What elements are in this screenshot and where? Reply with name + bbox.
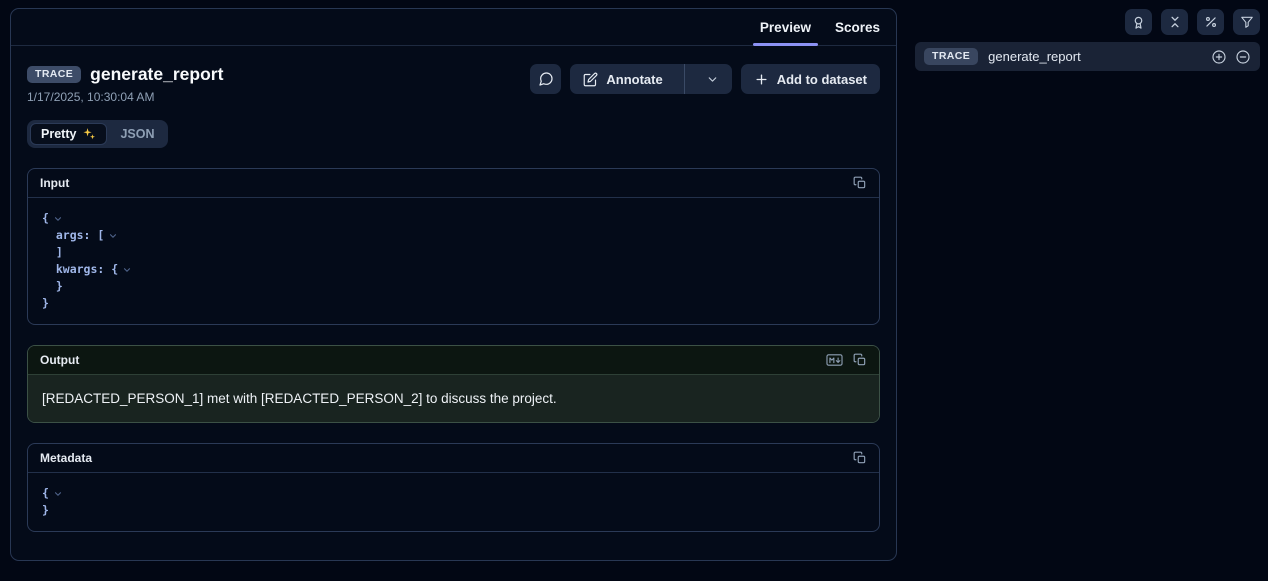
- annotate-dropdown-button[interactable]: [693, 64, 732, 94]
- json-token: }: [42, 295, 49, 312]
- scores-toggle-button[interactable]: [1125, 9, 1152, 35]
- tab-preview[interactable]: Preview: [753, 9, 818, 45]
- json-token: args: [: [42, 227, 104, 244]
- markdown-icon: [826, 353, 843, 367]
- trace-tree-sidebar: TRACE generate_report: [915, 0, 1260, 71]
- copy-icon: [853, 176, 867, 190]
- trace-header: TRACE generate_report 1/17/2025, 10:30:0…: [11, 46, 896, 104]
- pencil-square-icon: [583, 72, 598, 87]
- input-panel-title: Input: [40, 176, 69, 190]
- json-token: ]: [42, 244, 63, 261]
- output-panel-title: Output: [40, 353, 79, 367]
- json-token: }: [42, 502, 49, 519]
- output-text: [REDACTED_PERSON_1] met with [REDACTED_P…: [28, 375, 879, 422]
- metrics-toggle-button[interactable]: [1197, 9, 1224, 35]
- tab-scores[interactable]: Scores: [828, 9, 887, 45]
- view-toggle-pretty[interactable]: Pretty: [30, 123, 107, 145]
- page-title: generate_report: [90, 64, 223, 85]
- copy-button[interactable]: [853, 353, 867, 367]
- collapse-caret-icon[interactable]: [122, 265, 132, 275]
- collapse-caret-icon[interactable]: [108, 231, 118, 241]
- button-divider: [684, 64, 685, 94]
- add-to-dataset-button[interactable]: Add to dataset: [741, 64, 880, 94]
- json-token: kwargs: {: [42, 261, 118, 278]
- json-token: }: [42, 278, 63, 295]
- metadata-json-view: { }: [28, 473, 879, 531]
- tree-node-label: generate_report: [988, 49, 1201, 64]
- trace-identity: TRACE generate_report 1/17/2025, 10:30:0…: [27, 64, 223, 104]
- trace-preview-panel: Preview Scores TRACE generate_report 1/1…: [10, 8, 897, 561]
- collapse-all-button[interactable]: [1161, 9, 1188, 35]
- json-token: {: [42, 485, 49, 502]
- preview-tabbar: Preview Scores: [11, 9, 896, 46]
- chevron-down-icon: [706, 73, 719, 86]
- view-mode-toggle: Pretty JSON: [27, 120, 168, 148]
- tree-toolbar: [915, 9, 1260, 35]
- filter-icon: [1240, 15, 1254, 29]
- view-toggle-json[interactable]: JSON: [109, 123, 165, 145]
- annotate-button[interactable]: Annotate: [570, 64, 675, 94]
- add-to-dataset-label: Add to dataset: [777, 72, 867, 87]
- plus-circle-icon[interactable]: [1211, 49, 1227, 65]
- panel-stack: Input { args: [ ]: [11, 148, 896, 532]
- comment-button[interactable]: [530, 64, 561, 94]
- trace-timestamp: 1/17/2025, 10:30:04 AM: [27, 90, 223, 104]
- percent-icon: [1204, 15, 1218, 29]
- speech-bubble-icon: [538, 71, 554, 87]
- sparkle-icon: [82, 127, 96, 141]
- output-panel: Output: [27, 345, 880, 423]
- markdown-toggle-button[interactable]: [826, 353, 843, 367]
- copy-icon: [853, 353, 867, 367]
- collapse-caret-icon[interactable]: [53, 214, 63, 224]
- metadata-panel-title: Metadata: [40, 451, 92, 465]
- filter-button[interactable]: [1233, 9, 1260, 35]
- annotate-split-button: Annotate: [570, 64, 731, 94]
- copy-button[interactable]: [853, 451, 867, 465]
- pretty-toggle-label: Pretty: [41, 127, 76, 141]
- json-token: {: [42, 210, 49, 227]
- input-panel: Input { args: [ ]: [27, 168, 880, 325]
- tree-node-trace[interactable]: TRACE generate_report: [915, 42, 1260, 71]
- collapse-caret-icon[interactable]: [53, 489, 63, 499]
- metadata-panel: Metadata { }: [27, 443, 880, 532]
- minus-circle-icon[interactable]: [1235, 49, 1251, 65]
- plus-icon: [754, 72, 769, 87]
- award-icon: [1131, 15, 1146, 30]
- annotate-button-label: Annotate: [606, 72, 662, 87]
- input-json-view: { args: [ ] kwargs: { } }: [28, 198, 879, 324]
- copy-icon: [853, 451, 867, 465]
- copy-button[interactable]: [853, 176, 867, 190]
- collapse-vertical-icon: [1168, 15, 1182, 29]
- trace-type-badge: TRACE: [924, 48, 978, 65]
- trace-type-badge: TRACE: [27, 66, 81, 83]
- trace-actions: Annotate Add to dataset: [530, 64, 880, 94]
